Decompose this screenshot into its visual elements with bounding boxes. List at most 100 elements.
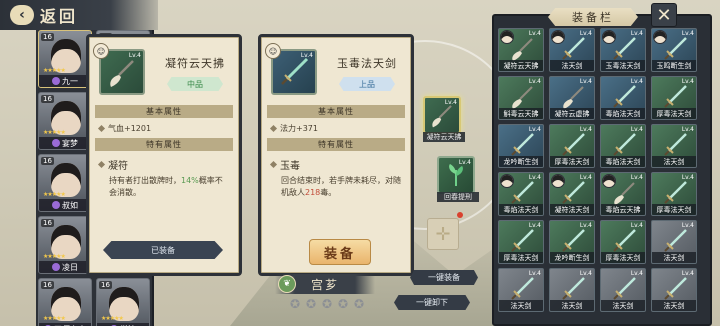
sword-icon (664, 133, 687, 156)
equipped-slot-weapon[interactable]: Lv.4 凝符云天拂 (423, 96, 465, 142)
stat-line: 法力+371 (269, 123, 401, 134)
equipment-slot[interactable]: Lv.4 玉毒法天剑 (600, 28, 646, 72)
equip-all-button[interactable]: 一键装备 (410, 270, 478, 285)
equipment-slot[interactable]: Lv.4 法天剑 (549, 28, 595, 72)
back-arrow-icon[interactable]: ‹ (10, 5, 34, 25)
hero-name-tag: 九一 (39, 75, 91, 87)
sword-icon (562, 133, 585, 156)
equipment-slot[interactable]: Lv.4 法天剑 (600, 268, 646, 312)
owner-avatar-icon: ☺ (93, 43, 109, 59)
equipment-slot[interactable]: Lv.4 法天剑 (651, 124, 697, 168)
slot-name: 玉毒法天剑 (601, 60, 645, 71)
slot-level: Lv.4 (630, 30, 643, 37)
hero-stars-icon: ★★★★★ (43, 129, 66, 136)
back-bar[interactable]: ‹ 返回 (0, 0, 158, 30)
back-label[interactable]: 返回 (40, 3, 78, 27)
hero-stars-icon: ★★★★★ (43, 67, 66, 74)
equipment-slot[interactable]: Lv.4 厚毒法天剑 (600, 220, 646, 264)
equipment-slot[interactable]: Lv.4 厚毒法天剑 (651, 76, 697, 120)
grade-badge: 中品 (167, 77, 223, 91)
equipment-slot[interactable]: Lv.4 毒焰云天拂 (600, 172, 646, 216)
empty-slot-add[interactable]: ✛ (427, 218, 459, 250)
unequip-all-button[interactable]: 一键卸下 (394, 295, 470, 310)
equipment-grid: Lv.4 凝符云天拂 Lv.4 法天剑 Lv.4 玉毒法天剑 Lv.4 玉鸣断生剑 Lv.4 斛毒… (498, 28, 706, 312)
diamond-icon (269, 124, 278, 133)
equipment-slot[interactable]: Lv.4 法天剑 (498, 268, 544, 312)
star-icon: ✪ (322, 297, 333, 311)
attr-description: 回合结束时，若手牌未耗尽，对随机敌人218毒。 (281, 175, 401, 199)
equipment-slot[interactable]: Lv.4 厚毒法天剑 (498, 220, 544, 264)
item-icon-sword: ☺ Lv.4 (265, 43, 317, 95)
hero-card[interactable]: 16★★★★★觉清 (96, 278, 150, 326)
equipment-panel-title: 装备栏 (548, 8, 638, 26)
slot-level: Lv.4 (630, 174, 643, 181)
owner-avatar-icon: ☺ (265, 43, 281, 59)
equipment-slot[interactable]: Lv.4 毒焰法天剑 (600, 76, 646, 120)
slot-level: Lv.4 (528, 222, 541, 229)
hero-level: 16 (41, 157, 54, 165)
equipment-slot[interactable]: Lv.4 斛毒云天拂 (498, 76, 544, 120)
slot-level: Lv.4 (528, 78, 541, 85)
slot-name: 厚毒法天剑 (499, 252, 543, 263)
sword-icon (562, 229, 585, 252)
slot-name: 毒焰法天剑 (499, 204, 543, 215)
item-icon-whisk: ☺ Lv.4 (93, 43, 145, 95)
sword-icon (613, 85, 636, 108)
hero-name: 宫芗 (310, 277, 339, 292)
item-detail-card-candidate: ☺ Lv.4 玉毒法天剑 上品 基本属性 法力+371 特有属性 玉毒 回合结束… (258, 34, 414, 276)
equipped-slot-accessory[interactable]: Lv.4 回春提刑 (437, 156, 479, 202)
hero-stars-icon: ★★★★★ (43, 315, 66, 322)
owner-avatar-icon (500, 174, 514, 188)
equipment-slot[interactable]: Lv.4 法天剑 (651, 220, 697, 264)
equipment-slot[interactable]: Lv.4 凝符法天剑 (549, 172, 595, 216)
hero-level: 16 (99, 281, 112, 289)
slot-name: 厚毒法天剑 (550, 156, 594, 167)
hero-card[interactable]: 16 ★★★★★ 凌日 (38, 216, 92, 274)
owner-avatar-icon (602, 30, 616, 44)
slot-name: 龙吟断生剑 (550, 252, 594, 263)
slot-name: 毒焰法天剑 (601, 108, 645, 119)
hero-card[interactable]: 16 ★★★★★ 宴梦 (38, 92, 92, 150)
close-icon[interactable]: ✕ (651, 3, 677, 27)
equipment-slot[interactable]: Lv.4 凝符云天拂 (498, 28, 544, 72)
slot-name: 法天剑 (601, 300, 645, 311)
slot-name: 凝符云虚拂 (550, 108, 594, 119)
slot-name: 法天剑 (652, 156, 696, 167)
slot-name: 法天剑 (499, 300, 543, 311)
owner-avatar-icon (551, 30, 565, 44)
hero-name: 九一 (62, 76, 78, 86)
equip-button[interactable]: 装备 (309, 239, 371, 265)
sword-icon (511, 277, 534, 300)
equipment-slot[interactable]: Lv.4 厚毒法天剑 (549, 124, 595, 168)
sword-icon (664, 85, 687, 108)
sword-icon (613, 277, 636, 300)
item-detail-card-equipped: ☺ Lv.4 凝符云天拂 中品 基本属性 气血+1201 特有属性 凝符 持有者… (86, 34, 242, 276)
equipment-slot[interactable]: Lv.4 毒焰法天剑 (600, 124, 646, 168)
hero-stars: ✪ ✪ ✪ ✪ ✪ (290, 298, 366, 310)
equipped-button[interactable]: 已装备 (103, 241, 223, 259)
equipment-slot[interactable]: Lv.4 龙吟断生剑 (549, 220, 595, 264)
slot-level: Lv.4 (579, 78, 592, 85)
card-header: ☺ Lv.4 玉毒法天剑 上品 (261, 37, 411, 101)
slot-name: 玉鸣断生剑 (652, 60, 696, 71)
attr-desc-part: 持有者打出散牌时， (109, 176, 181, 185)
slot-level: Lv.4 (681, 270, 694, 277)
slot-level: Lv.4 (528, 30, 541, 37)
equipment-slot[interactable]: Lv.4 毒焰法天剑 (498, 172, 544, 216)
item-title: 凝符云天拂 (165, 57, 225, 70)
slot-level: Lv.4 (630, 222, 643, 229)
slot-level: Lv.4 (444, 99, 457, 106)
attr-name: 玉毒 (269, 157, 401, 172)
equipment-slot[interactable]: Lv.4 凝符云虚拂 (549, 76, 595, 120)
hero-card[interactable]: 16★★★★★天师上人 (38, 278, 92, 326)
slot-level: Lv.4 (630, 270, 643, 277)
equipment-slot[interactable]: Lv.4 厚毒法天剑 (651, 172, 697, 216)
equipment-slot[interactable]: Lv.4 玉鸣断生剑 (651, 28, 697, 72)
item-level: Lv.4 (300, 52, 313, 59)
equipment-slot[interactable]: Lv.4 法天剑 (651, 268, 697, 312)
equipment-slot[interactable]: Lv.4 龙吟断生剑 (498, 124, 544, 168)
hero-card[interactable]: 16 ★★★★★ 叔如 (38, 154, 92, 212)
equipment-slot[interactable]: Lv.4 法天剑 (549, 268, 595, 312)
hero-card[interactable]: 16 ★★★★★ 九一 (38, 30, 92, 88)
sword-icon (511, 133, 534, 156)
